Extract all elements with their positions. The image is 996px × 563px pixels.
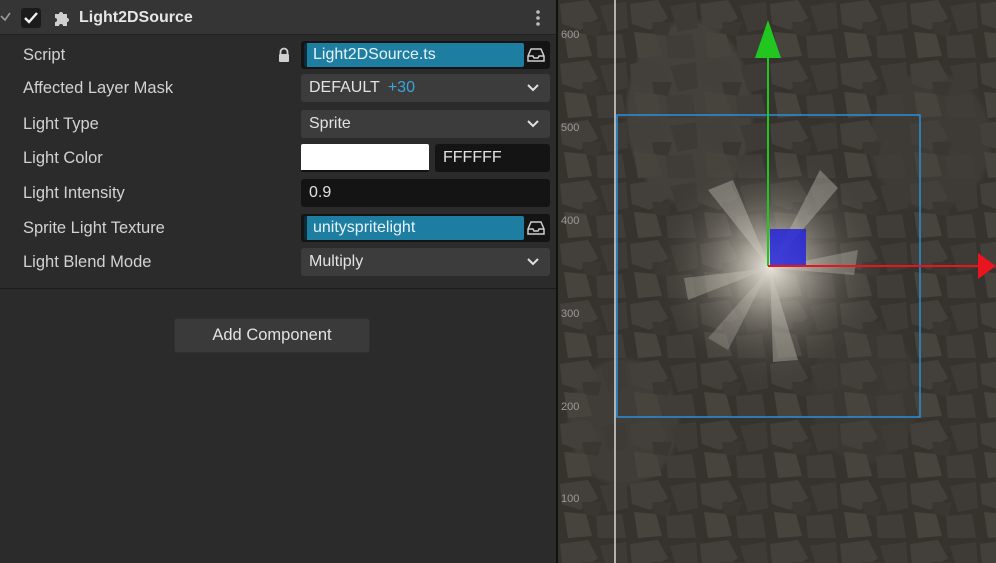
light-color-hex-value: FFFFFF [443, 149, 502, 166]
center-move-handle[interactable] [770, 229, 806, 265]
light-color-hex-input[interactable]: FFFFFF [435, 144, 550, 172]
add-component-button[interactable]: Add Component [174, 318, 370, 353]
sprite-light-glow [650, 148, 890, 388]
component-title: Light2DSource [79, 9, 193, 26]
inbox-icon[interactable] [527, 220, 545, 236]
script-asset-field[interactable]: Light2DSource.ts [301, 41, 550, 69]
chevron-down-icon [527, 258, 539, 266]
lock-icon [279, 47, 289, 62]
component-enabled-checkbox[interactable] [21, 8, 41, 28]
ruler-label-500: 500 [561, 122, 580, 134]
prop-row-light-type: Light Type Sprite [0, 108, 556, 140]
prop-row-blend-mode: Light Blend Mode Multiply [0, 246, 556, 278]
puzzle-piece-icon [55, 12, 69, 26]
layer-mask-extra-count: +30 [387, 79, 415, 96]
light-color-swatch[interactable] [301, 144, 429, 172]
prop-label-light-intensity: Light Intensity [23, 184, 125, 202]
inbox-icon[interactable] [527, 47, 545, 63]
scene-canvas[interactable] [558, 0, 996, 563]
ruler-label-100: 100 [561, 493, 580, 505]
chevron-down-icon [527, 84, 539, 92]
sprite-texture-asset-value[interactable]: unityspritelight [304, 216, 524, 240]
component-header[interactable]: Light2DSource [0, 0, 556, 35]
prop-label-sprite-texture: Sprite Light Texture [23, 219, 165, 237]
ruler-label-300: 300 [561, 308, 580, 320]
prop-row-script: Script Light2DSource.ts [0, 39, 556, 71]
ruler-label-400: 400 [561, 215, 580, 227]
script-asset-value[interactable]: Light2DSource.ts [304, 43, 524, 67]
light-intensity-input[interactable]: 0.9 [301, 179, 550, 207]
prop-row-sprite-texture: Sprite Light Texture unityspritelight [0, 212, 556, 244]
section-divider [0, 288, 556, 289]
light-type-value: Sprite [309, 115, 351, 132]
layer-mask-select[interactable]: DEFAULT +30 [301, 74, 550, 102]
inspector-panel: Light2DSource Script Light2DSource.ts Af… [0, 0, 556, 563]
prop-label-script: Script [23, 46, 66, 64]
prop-label-light-color: Light Color [23, 149, 103, 167]
prop-label-blend-mode: Light Blend Mode [23, 253, 152, 271]
prop-row-light-intensity: Light Intensity 0.9 [0, 177, 556, 209]
checkmark-icon [24, 12, 38, 24]
prop-row-layer-mask: Affected Layer Mask DEFAULT +30 [0, 72, 556, 104]
light-type-select[interactable]: Sprite [301, 110, 550, 138]
prop-row-light-color: Light Color FFFFFF [0, 142, 556, 174]
light-intensity-value: 0.9 [309, 184, 332, 201]
prop-label-light-type: Light Type [23, 115, 99, 133]
blend-mode-select[interactable]: Multiply [301, 248, 550, 276]
layer-mask-value: DEFAULT [309, 79, 380, 96]
blend-mode-value: Multiply [309, 253, 364, 270]
ruler-label-200: 200 [561, 401, 580, 413]
more-vertical-icon[interactable] [530, 8, 546, 28]
sprite-texture-asset-field[interactable]: unityspritelight [301, 214, 550, 242]
scene-view[interactable]: 600 500 400 300 200 100 [558, 0, 996, 563]
chevron-down-icon [527, 120, 539, 128]
chevron-down-icon[interactable] [0, 9, 12, 25]
ruler-label-600: 600 [561, 29, 580, 41]
prop-label-layer-mask: Affected Layer Mask [23, 79, 174, 97]
